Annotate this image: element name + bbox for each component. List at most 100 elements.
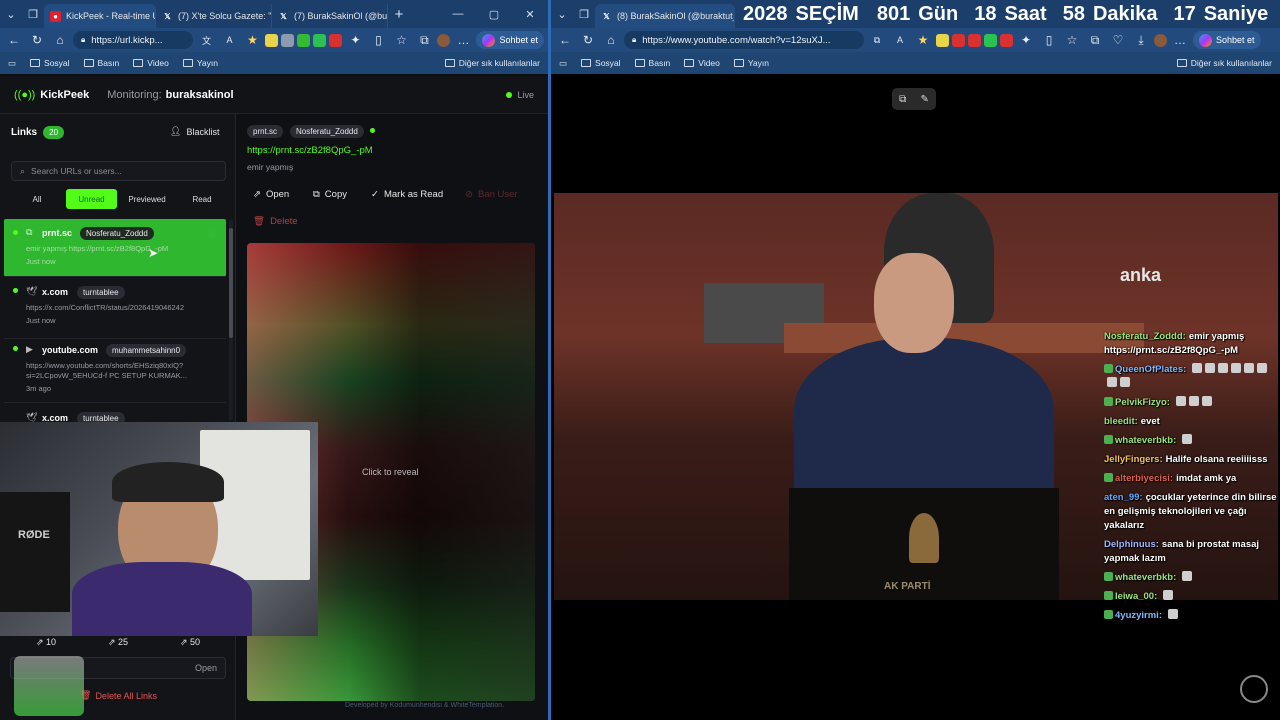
tab-kickpeek[interactable]: ● KickPeek - Real-time U ✕ [44, 4, 156, 28]
sidebar-toggle-icon[interactable]: ▭ [559, 58, 567, 69]
copy-button[interactable]: ⧉ Copy [307, 183, 353, 205]
filter-previewed[interactable]: Previewed [124, 189, 170, 209]
extension-icon[interactable] [313, 33, 327, 47]
list-item[interactable]: ▶ youtube.com muhammetsahinn0 https://ww… [4, 339, 226, 403]
bookmark-folder[interactable]: Yayın [182, 58, 218, 68]
trash-icon[interactable]: 🗑︎ [206, 229, 219, 240]
list-item[interactable]: 🕊︎ x.com turntablee https://x.com/Confli… [4, 281, 226, 339]
ban-user-button[interactable]: ⊘ Ban User [459, 183, 524, 205]
split-screen-icon[interactable]: ▯ [368, 30, 388, 50]
other-bookmarks[interactable]: Diğer sık kullanılanlar [444, 58, 540, 68]
collections-icon[interactable]: ⧉ [1085, 30, 1105, 50]
home-icon[interactable]: ⌂ [50, 30, 70, 50]
tab-actions-icon[interactable]: ⌄ [0, 0, 22, 28]
extension-icon[interactable] [936, 33, 949, 47]
picture-in-picture-icon[interactable]: ⧉ [867, 30, 887, 50]
tab-actions-icon[interactable]: ⌄ [551, 0, 573, 28]
open-50-button[interactable]: ⇗ 50 [180, 637, 200, 648]
extension-icon[interactable] [968, 33, 981, 47]
left-bookmarks-bar: ▭ Sosyal Basın Video Yayın Diğer sık kul… [0, 52, 548, 74]
list-item[interactable]: 🕊︎ x.com turntablee [4, 405, 226, 425]
bookmark-folder[interactable]: Basın [83, 58, 119, 68]
url-field[interactable]: 🔒︎ https://www.youtube.com/watch?v=12suX… [624, 31, 864, 49]
tab-x-buraksakinol[interactable]: 𝕏 (8) BurakSakinOl (@buraktut_) / X [595, 4, 735, 28]
extension-icon[interactable] [265, 33, 279, 47]
chat-badge-icon [1104, 572, 1113, 581]
bookmark-folder[interactable]: Basın [634, 58, 670, 68]
bookmark-folder[interactable]: Video [684, 58, 720, 68]
video-player[interactable]: ⧉ ✎ AK PARTİ anka Nosferatu_Zoddd: emir y… [551, 76, 1280, 720]
delete-link-button[interactable]: 🗑︎ Delete [247, 210, 304, 232]
filter-unread[interactable]: Unread [66, 189, 117, 209]
minimize-icon[interactable]: — [440, 0, 476, 28]
refresh-icon[interactable]: ↻ [578, 30, 598, 50]
monitoring-user: buraksakinol [165, 88, 234, 101]
extensions-puzzle-icon[interactable]: ✦ [1016, 30, 1036, 50]
scrollbar-thumb[interactable] [229, 228, 233, 338]
pip-icon[interactable]: ⧉ [899, 94, 906, 105]
tab-x-buraksakinol[interactable]: 𝕏 (7) BurakSakinOl (@bu ✕ [272, 4, 388, 28]
refresh-icon[interactable]: ↻ [27, 30, 47, 50]
open-button[interactable]: Open [195, 663, 217, 673]
extension-icon[interactable] [984, 33, 997, 47]
more-menu-icon[interactable]: … [453, 30, 473, 50]
open-10-button[interactable]: ⇗ 10 [36, 637, 56, 648]
downloads-icon[interactable]: ⤓ [1131, 30, 1151, 50]
open-25-button[interactable]: ⇗ 25 [108, 637, 128, 648]
open-link-button[interactable]: ⇗ Open [247, 183, 295, 205]
back-icon[interactable]: ← [4, 30, 24, 50]
browser-essentials-icon[interactable]: ♡ [1108, 30, 1128, 50]
chat-emote-icon [1107, 377, 1117, 387]
url-field[interactable]: 🔒︎ https://url.kickp... [73, 31, 194, 49]
extensions-puzzle-icon[interactable]: ✦ [345, 30, 365, 50]
blacklist-button[interactable]: 👤︎ Blacklist [170, 126, 219, 137]
favorite-star-icon[interactable]: ★ [913, 30, 933, 50]
extension-icon[interactable] [329, 33, 343, 47]
back-icon[interactable]: ← [555, 30, 575, 50]
copilot-button[interactable]: Sohbet et [476, 31, 544, 49]
bookmark-folder[interactable]: Video [133, 58, 169, 68]
filter-all[interactable]: All [22, 189, 52, 209]
extension-icon[interactable] [281, 33, 295, 47]
bookmark-folder[interactable]: Yayın [733, 58, 769, 68]
profile-avatar[interactable] [437, 33, 451, 47]
profile-avatar[interactable] [1154, 33, 1167, 47]
notes-icon[interactable]: ✎ [920, 94, 928, 105]
close-window-icon[interactable]: ✕ [512, 0, 548, 28]
bookmark-folder[interactable]: Sosyal [581, 58, 621, 68]
detail-user-chip[interactable]: Nosferatu_Zoddd [290, 125, 364, 138]
read-aloud-icon[interactable]: A [219, 30, 239, 50]
extension-icon[interactable] [952, 33, 965, 47]
sidebar-toggle-icon[interactable]: ▭ [8, 58, 16, 69]
filter-read[interactable]: Read [188, 189, 216, 209]
copilot-button[interactable]: Sohbet et [1193, 31, 1261, 49]
item-user-chip[interactable]: muhammetsahinn0 [106, 344, 187, 357]
mark-read-button[interactable]: ✓ Mark as Read [365, 183, 449, 205]
collections-icon[interactable]: ⧉ [414, 30, 434, 50]
read-aloud-icon[interactable]: A [890, 30, 910, 50]
more-menu-icon[interactable]: … [1170, 30, 1190, 50]
extension-icon[interactable] [297, 33, 311, 47]
workspaces-icon[interactable]: ❐ [573, 0, 595, 28]
favorites-icon[interactable]: ☆ [391, 30, 411, 50]
search-input[interactable]: ⌕ Search URLs or users... [11, 161, 226, 181]
other-bookmarks[interactable]: Diğer sık kullanılanlar [1176, 58, 1272, 68]
split-screen-icon[interactable]: ▯ [1039, 30, 1059, 50]
extension-icon[interactable] [1000, 33, 1013, 47]
favorites-icon[interactable]: ☆ [1062, 30, 1082, 50]
new-tab-icon[interactable]: + [388, 0, 410, 28]
delete-all-button[interactable]: 🗑︎ Delete All Links [80, 690, 157, 701]
detail-url-link[interactable]: https://prnt.sc/zB2f8QpG_-pM [247, 145, 373, 156]
workspaces-icon[interactable]: ❐ [22, 0, 44, 28]
translate-icon[interactable]: 文 [196, 30, 216, 50]
item-user-chip[interactable]: Nosferatu_Zoddd [80, 227, 154, 240]
bookmark-folder[interactable]: Sosyal [30, 58, 70, 68]
tab-x-solcu[interactable]: 𝕏 (7) X'te Solcu Gazete: " ✕ [156, 4, 272, 28]
item-user-chip[interactable]: turntablee [77, 286, 125, 299]
favorite-star-icon[interactable]: ★ [242, 30, 262, 50]
maximize-icon[interactable]: ▢ [476, 0, 512, 28]
home-icon[interactable]: ⌂ [601, 30, 621, 50]
list-scrollbar[interactable] [229, 220, 233, 420]
list-item[interactable]: ⧉ prnt.sc Nosferatu_Zoddd 🗑︎ emir yapmış… [4, 219, 226, 277]
folder-icon [1176, 59, 1187, 67]
